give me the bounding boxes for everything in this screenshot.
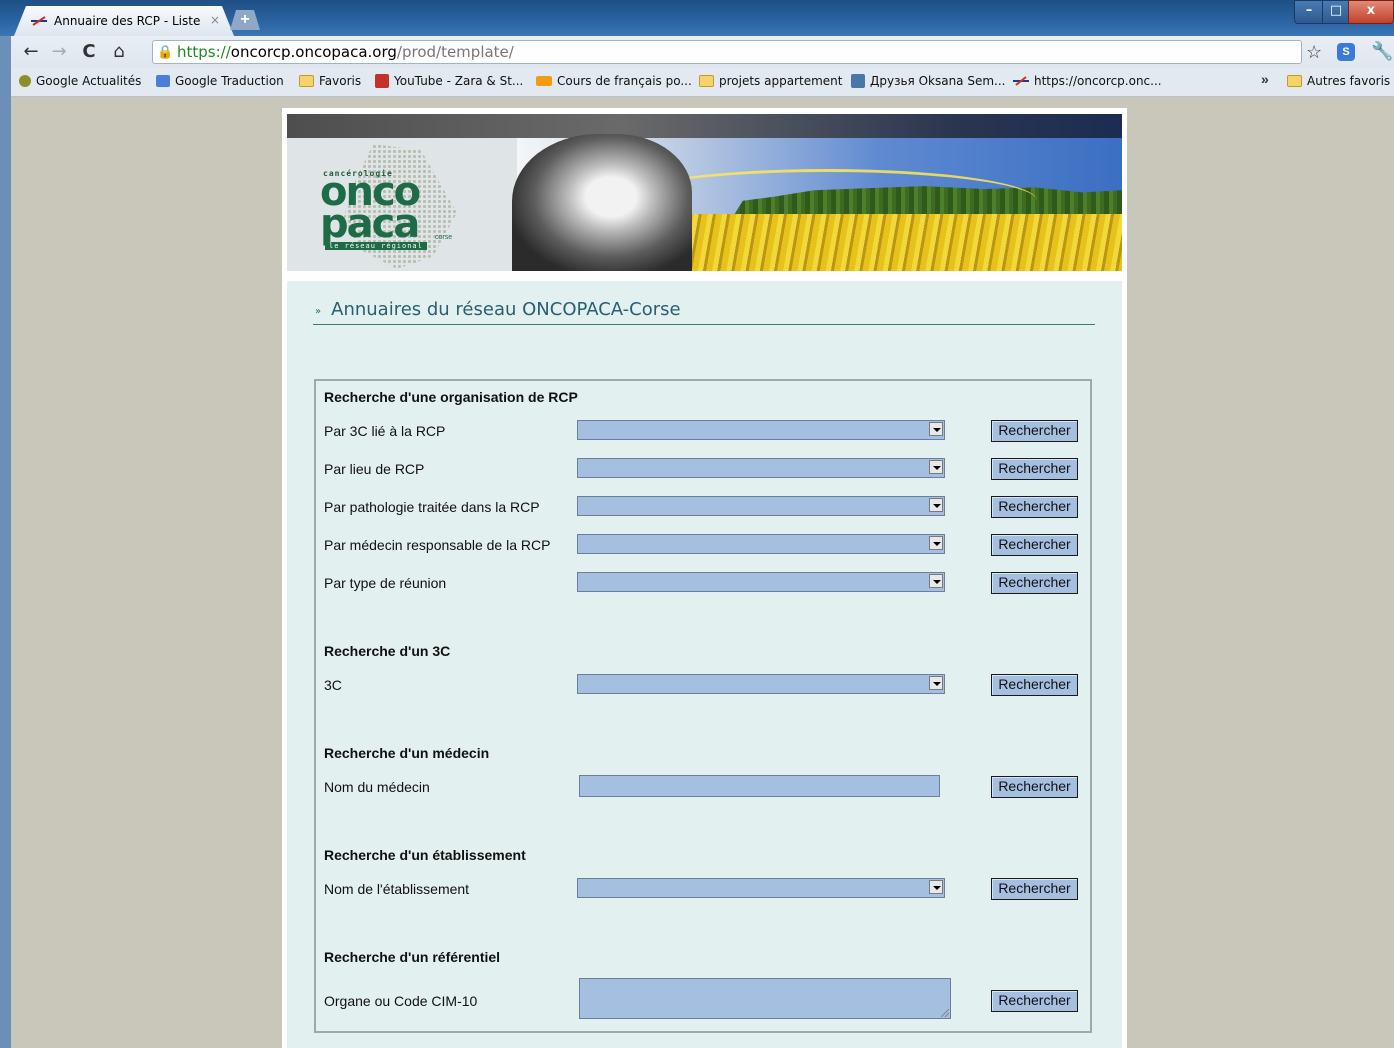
- tab-close-icon[interactable]: ×: [210, 13, 220, 27]
- search-button-referentiel[interactable]: Rechercher: [991, 990, 1078, 1012]
- maximize-button[interactable]: □: [1322, 0, 1350, 24]
- folder-icon: [699, 75, 714, 87]
- dropdown-arrow-icon[interactable]: [929, 498, 943, 512]
- bullet-arrow-icon: »: [315, 306, 322, 317]
- bookmark-cours-francais[interactable]: Cours de français po...: [536, 74, 692, 88]
- header-banner: cancérologie onco paca corse le réseau r…: [287, 114, 1122, 271]
- search-button-medecin[interactable]: Rechercher: [991, 776, 1078, 798]
- forward-icon[interactable]: →: [49, 42, 69, 62]
- url-text: https://oncorcp.oncopaca.org/prod/templa…: [177, 43, 514, 61]
- browser-tab[interactable]: Annuaire des RCP - Liste de ×: [14, 6, 234, 36]
- select-rcp-medecin[interactable]: [577, 534, 945, 554]
- select-rcp-3c[interactable]: [577, 420, 945, 440]
- resize-grip-icon[interactable]: [941, 1009, 949, 1017]
- browser-toolbar: ← → C ⌂ 🔒 https://oncorcp.oncopaca.org/p…: [11, 36, 1394, 68]
- label-medecin: Nom du médecin: [324, 779, 430, 795]
- label-rcp-type: Par type de réunion: [324, 575, 447, 591]
- search-button-rcp-pathologie[interactable]: Rechercher: [991, 496, 1078, 518]
- bookmarks-overflow-button[interactable]: »: [1261, 71, 1269, 87]
- label-rcp-3c: Par 3C lié à la RCP: [324, 423, 446, 439]
- label-3c: 3C: [324, 677, 342, 693]
- bookmark-oncorcp[interactable]: https://oncorcp.onc...: [1013, 74, 1162, 88]
- folder-icon: [299, 75, 314, 87]
- search-button-rcp-medecin[interactable]: Rechercher: [991, 534, 1078, 556]
- section-title-rcp: Recherche d'une organisation de RCP: [324, 389, 578, 405]
- bookmarks-bar: Google Actualités Google Traduction Favo…: [11, 68, 1394, 97]
- search-button-etablissement[interactable]: Rechercher: [991, 878, 1078, 900]
- main-content: » Annuaires du réseau ONCOPACA-Corse Rech…: [287, 281, 1122, 1048]
- folder-icon: [1287, 75, 1302, 87]
- select-3c[interactable]: [577, 674, 945, 694]
- banner-photo: [512, 134, 692, 271]
- window-titlebar: Annuaire des RCP - Liste de × + – □ x: [0, 0, 1394, 36]
- select-etablissement[interactable]: [577, 878, 945, 898]
- google-translate-icon: [156, 75, 170, 87]
- lock-icon: 🔒: [157, 44, 174, 59]
- select-rcp-type[interactable]: [577, 572, 945, 592]
- close-window-button[interactable]: x: [1348, 0, 1394, 24]
- bookmark-favoris[interactable]: Favoris: [299, 74, 361, 88]
- window-frame: [0, 36, 11, 1048]
- bookmark-vk[interactable]: Друзья Oksana Sem...: [851, 74, 1006, 88]
- label-referentiel: Organe ou Code CIM-10: [324, 993, 478, 1009]
- dropdown-arrow-icon[interactable]: [929, 574, 943, 588]
- label-rcp-lieu: Par lieu de RCP: [324, 461, 425, 477]
- oncopaca-favicon-icon: [30, 14, 48, 28]
- minimize-button[interactable]: –: [1294, 0, 1324, 24]
- youtube-icon: [375, 74, 389, 88]
- input-nom-medecin[interactable]: [579, 775, 940, 797]
- search-form: Recherche d'une organisation de RCP Par …: [314, 379, 1092, 1033]
- address-bar[interactable]: 🔒 https://oncorcp.oncopaca.org/prod/temp…: [152, 40, 1302, 64]
- new-tab-button[interactable]: +: [230, 10, 260, 30]
- bookmark-star-icon[interactable]: ☆: [1306, 42, 1322, 63]
- dropdown-arrow-icon[interactable]: [929, 460, 943, 474]
- oncopaca-logo[interactable]: cancérologie onco paca corse le réseau r…: [317, 144, 467, 269]
- section-title-medecin: Recherche d'un médecin: [324, 745, 490, 761]
- select-rcp-pathologie[interactable]: [577, 496, 945, 516]
- bookmark-google-actualites[interactable]: Google Actualités: [19, 74, 141, 88]
- select-rcp-lieu[interactable]: [577, 458, 945, 478]
- wrench-icon[interactable]: 🔧: [1371, 41, 1393, 62]
- search-button-rcp-lieu[interactable]: Rechercher: [991, 458, 1078, 480]
- section-title-3c: Recherche d'un 3C: [324, 643, 451, 659]
- home-icon[interactable]: ⌂: [109, 42, 129, 62]
- title-divider: [313, 324, 1095, 325]
- search-button-3c[interactable]: Rechercher: [991, 674, 1078, 696]
- google-news-icon: [19, 75, 31, 87]
- search-button-rcp-type[interactable]: Rechercher: [991, 572, 1078, 594]
- oix-icon: [536, 76, 552, 86]
- dropdown-arrow-icon[interactable]: [929, 422, 943, 436]
- bookmark-projets-appartement[interactable]: projets appartement: [699, 74, 842, 88]
- bookmark-google-traduction[interactable]: Google Traduction: [156, 74, 284, 88]
- textarea-organe-cim10[interactable]: [579, 978, 951, 1019]
- oncopaca-icon: [1013, 76, 1029, 86]
- label-etablissement: Nom de l'établissement: [324, 881, 470, 897]
- tab-title: Annuaire des RCP - Liste de: [54, 14, 204, 28]
- page-container: cancérologie onco paca corse le réseau r…: [282, 108, 1127, 1048]
- label-rcp-pathologie: Par pathologie traitée dans la RCP: [324, 499, 540, 515]
- dropdown-arrow-icon[interactable]: [929, 536, 943, 550]
- bookmark-autres-favoris[interactable]: Autres favoris: [1287, 74, 1390, 88]
- vk-icon: [851, 74, 865, 88]
- dropdown-arrow-icon[interactable]: [929, 676, 943, 690]
- section-title-etablissement: Recherche d'un établissement: [324, 847, 526, 863]
- dropdown-arrow-icon[interactable]: [929, 880, 943, 894]
- section-title-referentiel: Recherche d'un référentiel: [324, 949, 501, 965]
- page-title: » Annuaires du réseau ONCOPACA-Corse: [315, 299, 681, 320]
- back-icon[interactable]: ←: [21, 42, 41, 62]
- search-button-rcp-3c[interactable]: Rechercher: [991, 420, 1078, 442]
- reload-icon[interactable]: C: [79, 42, 99, 62]
- extension-icon[interactable]: S: [1337, 43, 1355, 61]
- label-rcp-medecin: Par médecin responsable de la RCP: [324, 537, 551, 553]
- bookmark-youtube[interactable]: YouTube - Zara & St...: [375, 74, 523, 88]
